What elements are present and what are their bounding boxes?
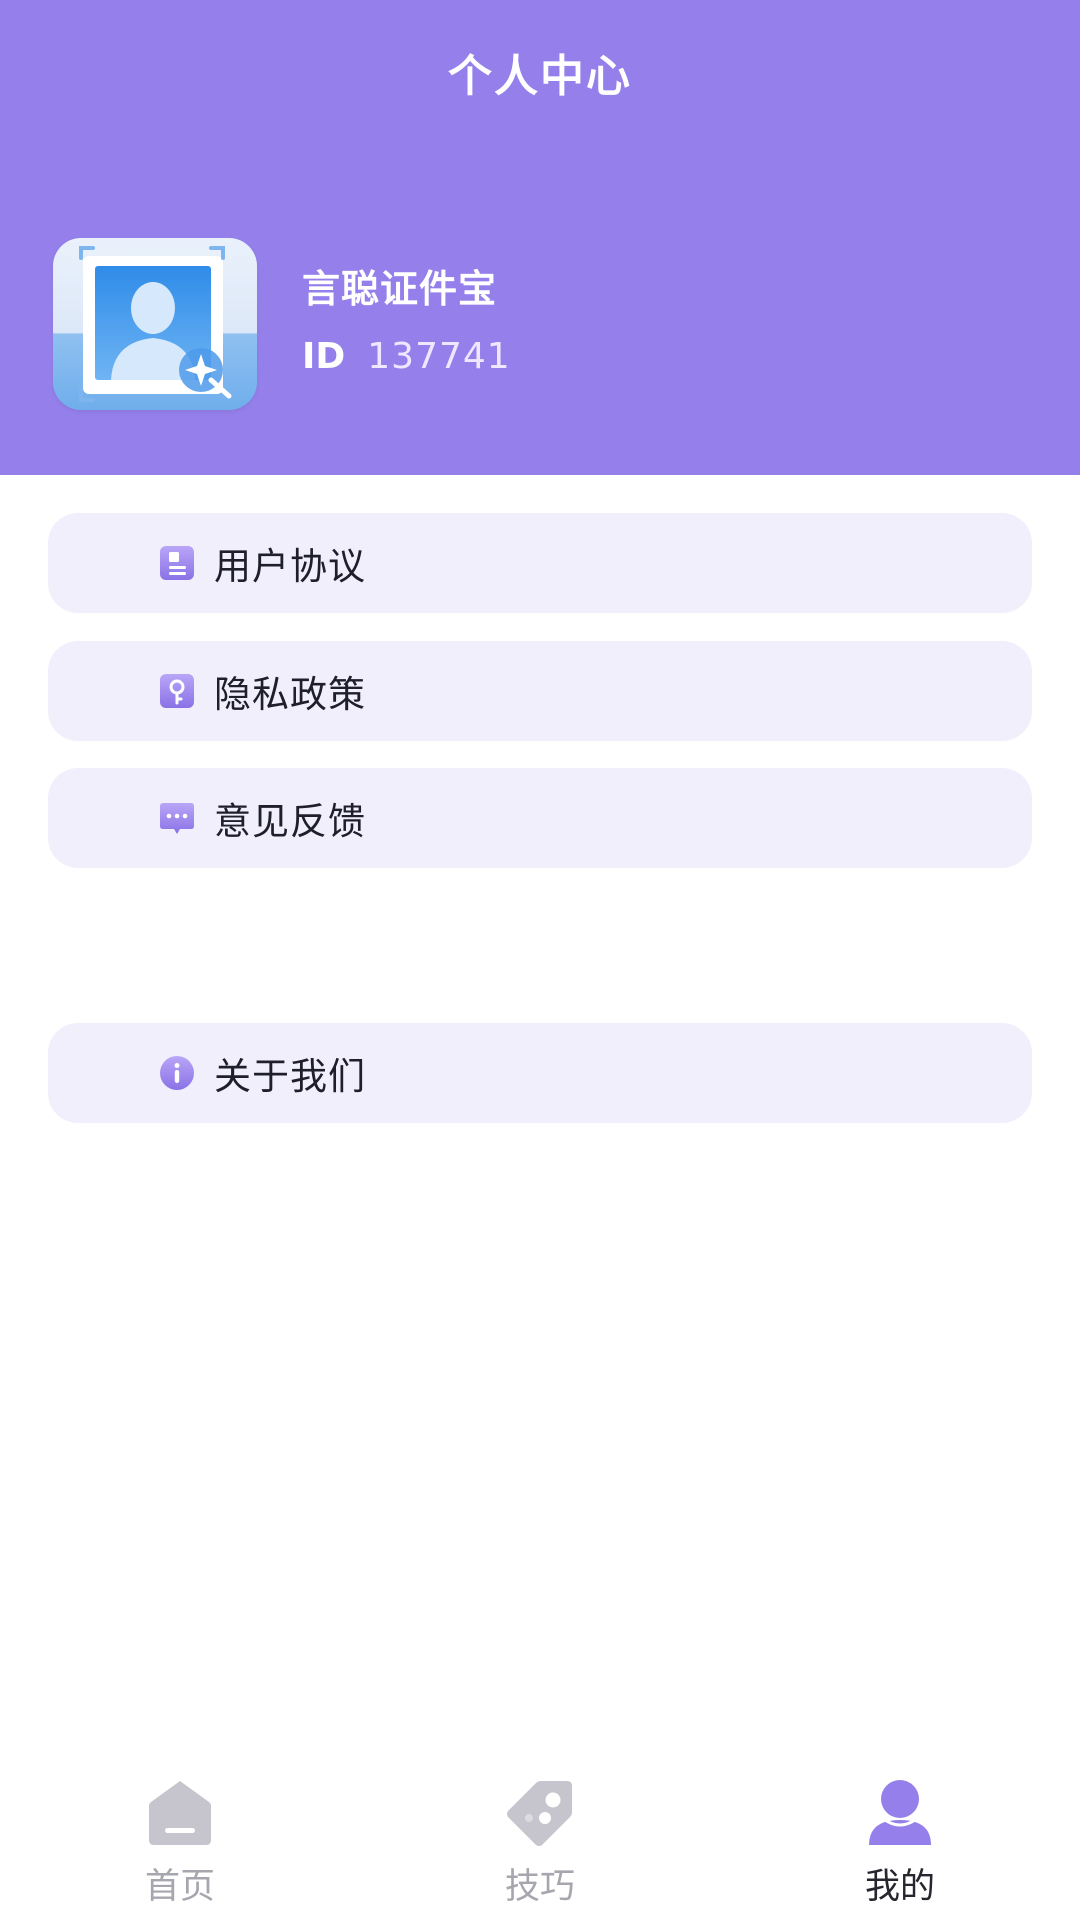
avatar[interactable]	[53, 238, 257, 410]
menu-item-label: 关于我们	[214, 1055, 366, 1098]
key-icon	[160, 674, 194, 708]
tag-icon	[507, 1781, 572, 1846]
menu-item-label: 隐私政策	[214, 673, 366, 716]
menu-item-about-us[interactable]: 关于我们	[48, 1023, 1032, 1123]
nav-item-home[interactable]: 首页	[80, 1778, 280, 1918]
nav-item-mine[interactable]: 我的	[800, 1778, 1000, 1918]
message-icon	[160, 803, 194, 834]
id-photo-icon	[53, 238, 257, 410]
menu-item-user-agreement[interactable]: 用户协议	[48, 513, 1032, 613]
document-icon	[160, 546, 194, 580]
nav-label: 技巧	[504, 1867, 575, 1907]
home-icon	[149, 1781, 211, 1845]
menu-item-privacy-policy[interactable]: 隐私政策	[48, 641, 1032, 741]
app-name: 言聪证件宝	[302, 267, 498, 311]
id-label: ID	[302, 336, 346, 377]
id-value: 137741	[367, 336, 511, 377]
bottom-nav: 首页 技巧 我的	[0, 1760, 1080, 1920]
nav-label: 首页	[144, 1867, 215, 1907]
page-title: 个人中心	[448, 51, 632, 102]
menu-item-feedback[interactable]: 意见反馈	[48, 768, 1032, 868]
nav-item-tips[interactable]: 技巧	[440, 1778, 640, 1918]
user-icon	[869, 1780, 931, 1845]
nav-label: 我的	[864, 1867, 935, 1907]
menu-item-label: 意见反馈	[214, 800, 366, 843]
menu-item-label: 用户协议	[214, 545, 366, 588]
header: 个人中心 言聪证件宝 ID 137741	[0, 0, 1080, 475]
user-id-row: ID 137741	[302, 336, 511, 377]
info-icon	[160, 1056, 194, 1090]
